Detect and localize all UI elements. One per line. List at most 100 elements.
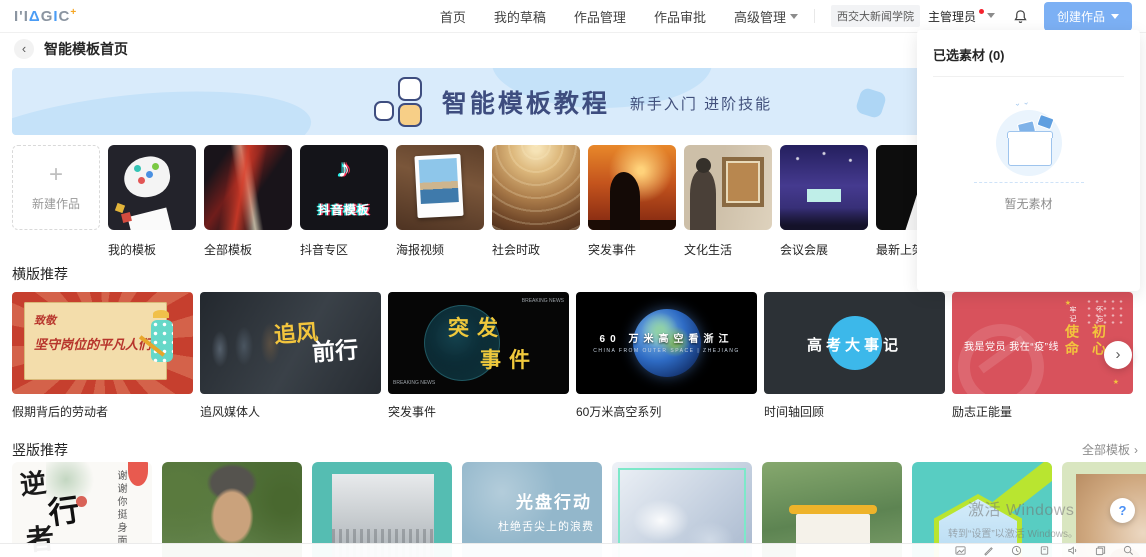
photo-card-icon	[1036, 114, 1054, 130]
org-tag[interactable]: 西交大新闻学院	[831, 5, 920, 27]
poster-text: 前行	[311, 330, 359, 367]
top-header: I'IΔGIC+ 首页 我的草稿 作品管理 作品审批 高级管理 西交大新闻学院 …	[0, 0, 1146, 33]
volume-icon[interactable]	[1067, 545, 1078, 556]
category-label: 会议会展	[780, 241, 868, 258]
nav-drafts[interactable]: 我的草稿	[494, 7, 546, 26]
template-thumb-party-spirit[interactable]: 我是党员 我在“疫”线 牢记使命 不忘初心 ★ ★	[952, 292, 1133, 394]
party-emblem	[958, 324, 1044, 394]
polaroid-photo	[414, 154, 463, 218]
nav-advanced[interactable]: 高级管理	[734, 7, 798, 26]
notification-bell-icon[interactable]	[1013, 9, 1028, 24]
banner-title: 智能模板教程	[442, 84, 610, 120]
ground-line	[974, 182, 1084, 183]
all-templates-link[interactable]: 全部模板 ›	[1082, 441, 1138, 458]
category-label: 全部模板	[204, 241, 292, 258]
birds-doodle: ⌄⌄	[1013, 97, 1031, 108]
category-all-templates: 全部模板	[204, 145, 292, 258]
category-thumb-breaking-news[interactable]	[588, 145, 676, 230]
selected-materials-title: 已选素材 (0)	[917, 30, 1140, 76]
poster-text: 事件	[480, 344, 538, 374]
poster-text: 光盘行动	[516, 488, 592, 513]
category-breaking-news: 突发事件	[588, 145, 676, 258]
category-douyin: ♪ 抖音模板 抖音专区	[300, 145, 388, 258]
image-icon[interactable]	[955, 545, 966, 556]
template-card-space-series: 60 万米高空看浙江 CHINA FROM OUTER SPACE | ZHEJ…	[576, 292, 757, 420]
template-thumb-space-series[interactable]: 60 万米高空看浙江 CHINA FROM OUTER SPACE | ZHEJ…	[576, 292, 757, 394]
vertical-section-title: 竖版推荐	[12, 440, 68, 460]
history-icon[interactable]	[1011, 545, 1022, 556]
template-thumb-laborers[interactable]: 致敬 坚守岗位的平凡人们	[12, 292, 193, 394]
logo-letter: G	[41, 8, 54, 25]
category-thumb-my-templates[interactable]	[108, 145, 196, 230]
breadcrumb: ‹ 智能模板首页	[14, 39, 128, 59]
notification-dot	[979, 9, 984, 14]
carousel-next-button[interactable]: ›	[1104, 341, 1132, 369]
header-divider	[814, 9, 815, 23]
help-button[interactable]: ?	[1110, 498, 1135, 523]
nav-approval[interactable]: 作品审批	[654, 7, 706, 26]
new-work-card[interactable]: + 新建作品	[12, 145, 100, 230]
category-label: 抖音专区	[300, 241, 388, 258]
bottom-toolbar	[0, 543, 1146, 557]
category-thumb-culture-life[interactable]	[684, 145, 772, 230]
category-thumb-social-politics[interactable]	[492, 145, 580, 230]
star-icon: ★	[1113, 378, 1119, 386]
template-caption: 时间轴回顾	[764, 403, 945, 420]
slogan-text: 牢记	[1067, 306, 1077, 324]
vertical-side-text: 谢谢你挺身面	[113, 470, 128, 548]
nav-works[interactable]: 作品管理	[574, 7, 626, 26]
box-icon[interactable]	[1039, 545, 1050, 556]
user-role-menu[interactable]: 主管理员	[928, 8, 995, 25]
empty-state: ⌄⌄ 暂无素材	[917, 100, 1140, 212]
template-caption: 假期背后的劳动者	[12, 403, 193, 420]
stage-screen	[807, 189, 841, 202]
star-icon: ★	[1065, 299, 1071, 307]
category-label: 文化生活	[684, 241, 772, 258]
category-thumb-all-templates[interactable]	[204, 145, 292, 230]
search-icon[interactable]	[1123, 545, 1134, 556]
banner-subtitle: 新手入门 进阶技能	[630, 89, 772, 114]
panel-divider	[933, 76, 1124, 77]
pen-icon[interactable]	[983, 545, 994, 556]
create-work-label: 创建作品	[1057, 8, 1105, 25]
category-label: 突发事件	[588, 241, 676, 258]
template-thumb-breaking-news[interactable]: 突发 事件 BREAKING NEWS BREAKING NEWS	[388, 292, 569, 394]
category-my-templates: 我的模板	[108, 145, 196, 258]
poster-text: 杜绝舌尖上的浪费	[498, 518, 594, 534]
nav-home[interactable]: 首页	[440, 7, 466, 26]
chevron-right-icon: ›	[1134, 443, 1138, 457]
category-thumb-poster-video[interactable]	[396, 145, 484, 230]
template-card-storm-chasers: 追风 前行 追风媒体人	[200, 292, 381, 420]
copy-icon[interactable]	[1095, 545, 1106, 556]
category-label: 海报视频	[396, 241, 484, 258]
farmer-illustration	[149, 310, 175, 370]
poster-text: 突发	[448, 312, 506, 342]
template-thumb-timeline[interactable]: 高考大事记	[764, 292, 945, 394]
squares-logo-icon	[374, 77, 422, 127]
poster-text: 我是党员 我在“疫”线	[964, 338, 1059, 353]
create-work-button[interactable]: 创建作品	[1044, 2, 1132, 31]
plus-icon: +	[49, 163, 63, 187]
painting-icon	[722, 157, 764, 207]
empty-state-text: 暂无素材	[1004, 195, 1052, 212]
caret-down-icon	[790, 14, 798, 19]
selected-materials-panel: 已选素材 (0) ⌄⌄ 暂无素材	[917, 30, 1140, 291]
category-thumb-douyin[interactable]: ♪ 抖音模板	[300, 145, 388, 230]
red-seal	[76, 496, 87, 507]
calligraphy-text: 逆	[18, 463, 48, 503]
new-work-label: 新建作品	[32, 195, 80, 212]
logo-letter: Δ	[29, 8, 41, 25]
category-thumb-conference[interactable]	[780, 145, 868, 230]
slogan-text: 不忘	[1094, 306, 1104, 324]
category-social-politics: 社会时政	[492, 145, 580, 258]
slogan-text: 使命	[1062, 324, 1082, 358]
category-row: + 新建作品 我的模板 全部模板 ♪ 抖音模板 抖音专区	[12, 145, 964, 258]
logo-letter: C	[59, 8, 71, 25]
back-button[interactable]: ‹	[14, 39, 34, 59]
corner-text: BREAKING NEWS	[522, 298, 564, 304]
horizontal-section-title: 横版推荐	[12, 264, 68, 284]
template-thumb-storm-chasers[interactable]: 追风 前行	[200, 292, 381, 394]
logo-letter: I'I	[14, 8, 29, 25]
template-card-breaking-news: 突发 事件 BREAKING NEWS BREAKING NEWS 突发事件	[388, 292, 569, 420]
app-logo[interactable]: I'IΔGIC+	[14, 7, 77, 25]
